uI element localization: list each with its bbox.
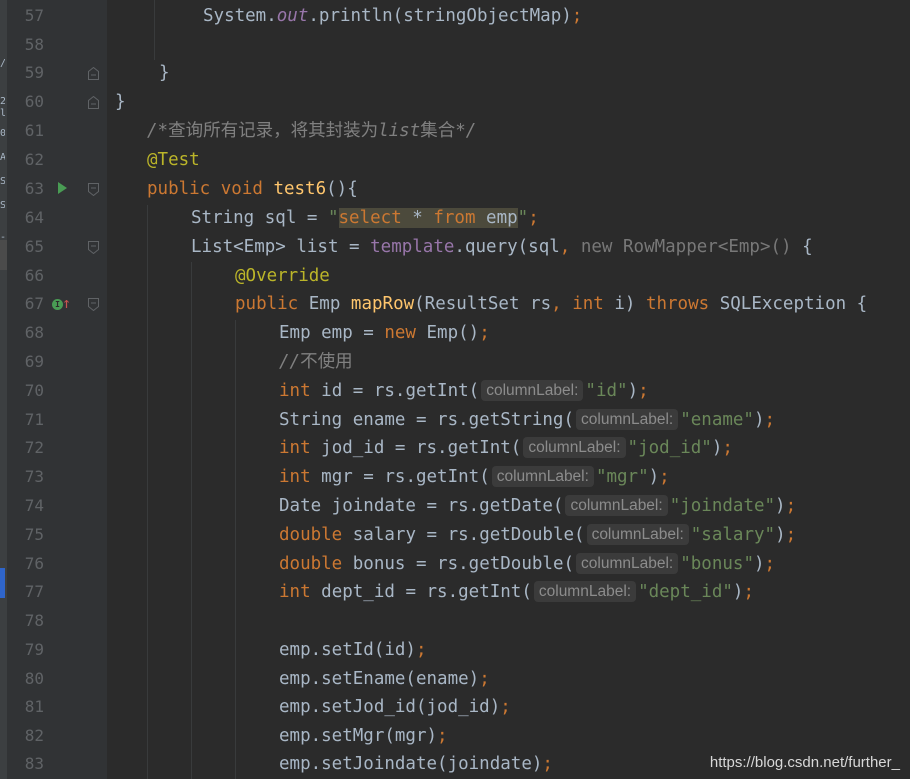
code-line-70[interactable]: 70 int id = rs.getInt(columnLabel: "id"); bbox=[0, 377, 910, 406]
code-text: emp.setId(id); bbox=[279, 640, 427, 660]
fold-marker-icon[interactable] bbox=[88, 67, 99, 80]
code-text: int jod_id = rs.getInt(columnLabel: "jod_… bbox=[279, 437, 733, 458]
code-text: List<Emp> list = template.query(sql, new… bbox=[191, 237, 813, 257]
code-line-71[interactable]: 71 String ename = rs.getString(columnLab… bbox=[0, 406, 910, 435]
line-number: 66 bbox=[24, 266, 44, 285]
annotation-text: @Test bbox=[147, 150, 200, 170]
parameter-hint: columnLabel: bbox=[586, 524, 689, 545]
code-text: emp.setEname(ename); bbox=[279, 669, 490, 689]
override-up-arrow-icon[interactable]: ↑ bbox=[62, 294, 71, 312]
parameter-hint: columnLabel: bbox=[491, 466, 594, 487]
line-number: 70 bbox=[24, 381, 44, 400]
parameter-hint: columnLabel: bbox=[533, 581, 637, 602]
line-number: 57 bbox=[24, 6, 44, 25]
line-number: 60 bbox=[24, 92, 44, 111]
fold-marker-icon[interactable] bbox=[88, 298, 99, 311]
code-text: String sql = "select * from emp"; bbox=[191, 208, 539, 228]
code-text: Date joindate = rs.getDate(columnLabel: "… bbox=[279, 495, 797, 516]
code-text: } bbox=[115, 92, 126, 112]
code-line-58[interactable]: 58 bbox=[0, 31, 910, 60]
code-text: int id = rs.getInt(columnLabel: "id"); bbox=[279, 380, 649, 401]
line-number: 67 bbox=[24, 294, 44, 313]
code-comment: //不使用 bbox=[279, 352, 353, 372]
code-line-57[interactable]: 57 System.out.println(stringObjectMap); bbox=[0, 2, 910, 31]
line-number: 63 bbox=[24, 179, 44, 198]
line-number: 81 bbox=[24, 697, 44, 716]
line-number: 77 bbox=[24, 582, 44, 601]
code-line-64[interactable]: 64 String sql = "select * from emp"; bbox=[0, 204, 910, 233]
line-number: 68 bbox=[24, 323, 44, 342]
code-line-67[interactable]: 67 I ↑ public Emp mapRow(ResultSet rs, i… bbox=[0, 290, 910, 319]
code-line-77[interactable]: 77 int dept_id = rs.getInt(columnLabel: "… bbox=[0, 578, 910, 607]
code-line-80[interactable]: 80 emp.setEname(ename); bbox=[0, 665, 910, 694]
code-line-82[interactable]: 82 emp.setMgr(mgr); bbox=[0, 722, 910, 751]
line-number: 79 bbox=[24, 640, 44, 659]
code-line-68[interactable]: 68 Emp emp = new Emp(); bbox=[0, 319, 910, 348]
line-number: 72 bbox=[24, 438, 44, 457]
line-number: 80 bbox=[24, 669, 44, 688]
code-text: emp.setJod_id(jod_id); bbox=[279, 697, 511, 717]
parameter-hint: columnLabel: bbox=[481, 380, 584, 401]
run-gutter-icon[interactable] bbox=[58, 182, 67, 194]
code-line-72[interactable]: 72 int jod_id = rs.getInt(columnLabel: "j… bbox=[0, 434, 910, 463]
code-line-81[interactable]: 81 emp.setJod_id(jod_id); bbox=[0, 693, 910, 722]
fold-marker-icon[interactable] bbox=[88, 183, 99, 196]
line-number: 78 bbox=[24, 611, 44, 630]
code-line-66[interactable]: 66 @Override bbox=[0, 262, 910, 291]
line-number: 75 bbox=[24, 525, 44, 544]
code-line-75[interactable]: 75 double salary = rs.getDouble(columnLa… bbox=[0, 521, 910, 550]
code-line-78[interactable]: 78 bbox=[0, 607, 910, 636]
code-line-73[interactable]: 73 int mgr = rs.getInt(columnLabel: "mgr"… bbox=[0, 463, 910, 492]
line-number: 65 bbox=[24, 237, 44, 256]
code-text: String ename = rs.getString(columnLabel:… bbox=[279, 409, 776, 430]
code-line-76[interactable]: 76 double bonus = rs.getDouble(columnLab… bbox=[0, 550, 910, 579]
code-line-60[interactable]: 60 } bbox=[0, 88, 910, 117]
code-text: public void test6(){ bbox=[147, 179, 358, 199]
code-text: emp.setJoindate(joindate); bbox=[279, 754, 553, 774]
code-text: double bonus = rs.getDouble(columnLabel:… bbox=[279, 553, 776, 574]
code-text: } bbox=[159, 63, 170, 83]
line-number: 61 bbox=[24, 121, 44, 140]
code-text: public Emp mapRow(ResultSet rs, int i) t… bbox=[235, 294, 868, 314]
code-text: emp.setMgr(mgr); bbox=[279, 726, 448, 746]
code-line-69[interactable]: 69 //不使用 bbox=[0, 348, 910, 377]
code-text: System.out.println(stringObjectMap); bbox=[203, 6, 583, 26]
line-number: 64 bbox=[24, 208, 44, 227]
line-number: 82 bbox=[24, 726, 44, 745]
code-line-59[interactable]: 59 } bbox=[0, 59, 910, 88]
watermark-text: https://blog.csdn.net/further_ bbox=[709, 754, 900, 771]
code-comment: /*查询所有记录，将其封装为list集合*/ bbox=[147, 121, 477, 141]
line-number: 58 bbox=[24, 35, 44, 54]
code-line-61[interactable]: 61 /*查询所有记录，将其封装为list集合*/ bbox=[0, 117, 910, 146]
line-number: 74 bbox=[24, 496, 44, 515]
line-number: 83 bbox=[24, 754, 44, 773]
code-text: int mgr = rs.getInt(columnLabel: "mgr"); bbox=[279, 466, 670, 487]
line-number: 69 bbox=[24, 352, 44, 371]
code-line-79[interactable]: 79 emp.setId(id); bbox=[0, 636, 910, 665]
code-line-63[interactable]: 63 public void test6(){ bbox=[0, 175, 910, 204]
parameter-hint: columnLabel: bbox=[523, 437, 626, 458]
code-line-65[interactable]: 65 List<Emp> list = template.query(sql, … bbox=[0, 233, 910, 262]
code-text: Emp emp = new Emp(); bbox=[279, 323, 490, 343]
line-number: 71 bbox=[24, 410, 44, 429]
code-text: int dept_id = rs.getInt(columnLabel: "dep… bbox=[279, 581, 754, 602]
parameter-hint: columnLabel: bbox=[576, 409, 679, 430]
line-number: 59 bbox=[24, 63, 44, 82]
fold-marker-icon[interactable] bbox=[88, 96, 99, 109]
fold-marker-icon[interactable] bbox=[88, 241, 99, 254]
code-line-62[interactable]: 62 @Test bbox=[0, 146, 910, 175]
code-text: double salary = rs.getDouble(columnLabel… bbox=[279, 524, 797, 545]
parameter-hint: columnLabel: bbox=[565, 495, 668, 516]
annotation-text: @Override bbox=[235, 266, 330, 286]
line-number: 73 bbox=[24, 467, 44, 486]
parameter-hint: columnLabel: bbox=[576, 553, 679, 574]
line-number: 62 bbox=[24, 150, 44, 169]
line-number: 76 bbox=[24, 554, 44, 573]
code-line-74[interactable]: 74 Date joindate = rs.getDate(columnLabe… bbox=[0, 492, 910, 521]
